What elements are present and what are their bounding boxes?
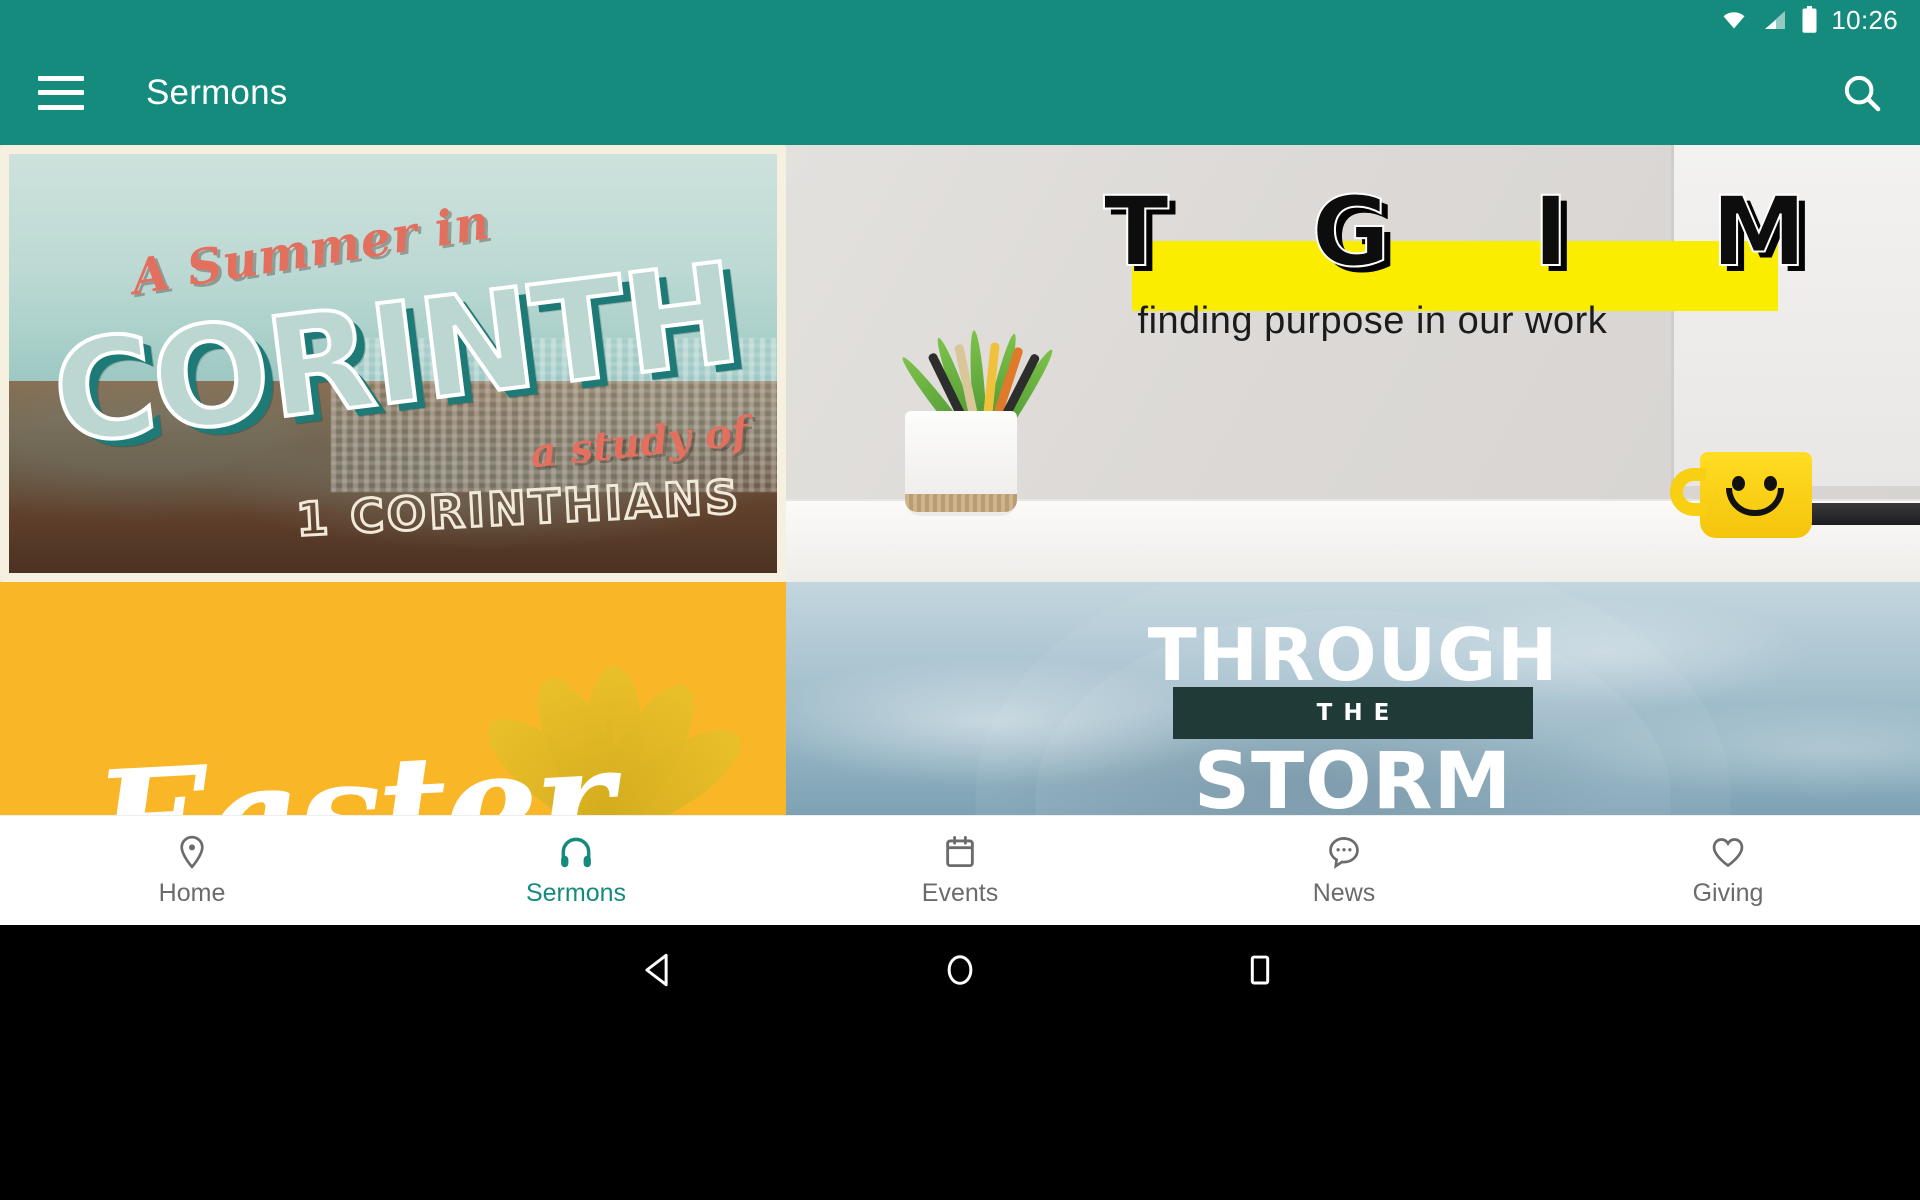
headphones-icon: [561, 837, 591, 868]
search-button[interactable]: [1832, 63, 1892, 123]
nav-label-sermons: Sermons: [525, 879, 627, 907]
nav-item-sermons[interactable]: Sermons: [384, 833, 768, 908]
status-bar: 10:26: [0, 0, 1920, 40]
storm-title-line2: THE: [1316, 699, 1401, 726]
tgim-letter-g: G: [1311, 176, 1392, 289]
heart-icon: [1712, 838, 1744, 868]
tgim-letter-i: I: [1532, 176, 1570, 289]
tgim-title: T G I M: [1103, 176, 1808, 289]
status-icons: [1719, 6, 1818, 34]
nav-label-giving: Giving: [1692, 879, 1764, 907]
nav-label-events: Events: [921, 879, 999, 907]
app-bar: Sermons: [0, 40, 1920, 145]
location-pin-icon: [180, 835, 204, 869]
sermon-card-storm[interactable]: THROUGH THE STORM: [786, 582, 1920, 815]
cellular-signal-icon: [1765, 11, 1786, 29]
storm-title-line3: STORM: [1193, 736, 1513, 815]
nav-item-home[interactable]: Home: [0, 833, 384, 908]
postcard-frame: A Summer in CORINTH a study of 1 CORINTH…: [6, 149, 780, 578]
android-navigation-bar: [0, 925, 1920, 1015]
square-icon: [1250, 955, 1270, 985]
back-button[interactable]: [510, 949, 810, 991]
sermon-card-tgim[interactable]: T G I M finding purpose in our work: [786, 145, 1920, 582]
calendar-icon: [946, 836, 974, 868]
triangle-left-icon: [645, 953, 668, 987]
circle-icon: [947, 955, 973, 985]
tgim-smiley-mug: [1670, 452, 1813, 539]
tgim-letter-t: T: [1103, 176, 1170, 289]
bottom-navigation: Home Sermons Events News Giving: [0, 815, 1920, 925]
wifi-icon: [1723, 12, 1745, 29]
tgim-letter-m: M: [1710, 176, 1808, 289]
nav-label-home: Home: [158, 879, 226, 907]
sermon-card-corinth[interactable]: A Summer in CORINTH a study of 1 CORINTH…: [0, 145, 786, 582]
easter-title: Easter: [90, 712, 615, 815]
storm-title-line1: THROUGH: [1147, 613, 1559, 698]
home-button[interactable]: [810, 949, 1110, 991]
hamburger-menu-icon[interactable]: [38, 75, 84, 110]
storm-the-bar: THE: [1173, 686, 1533, 739]
nav-item-giving[interactable]: Giving: [1536, 833, 1920, 908]
chat-bubble-icon: [1329, 837, 1359, 869]
sermon-grid: A Summer in CORINTH a study of 1 CORINTH…: [0, 145, 1920, 815]
status-time: 10:26: [1831, 4, 1898, 35]
nav-item-news[interactable]: News: [1152, 833, 1536, 908]
nav-label-news: News: [1312, 879, 1376, 907]
recents-button[interactable]: [1110, 949, 1410, 991]
tgim-subtitle: finding purpose in our work: [1137, 300, 1608, 343]
sermon-card-easter[interactable]: Easter: [0, 582, 786, 815]
nav-item-events[interactable]: Events: [768, 833, 1152, 908]
page-title: Sermons: [146, 72, 288, 112]
search-icon: [1844, 75, 1881, 111]
battery-icon: [1802, 6, 1817, 33]
tgim-plant-pot: [905, 411, 1018, 517]
